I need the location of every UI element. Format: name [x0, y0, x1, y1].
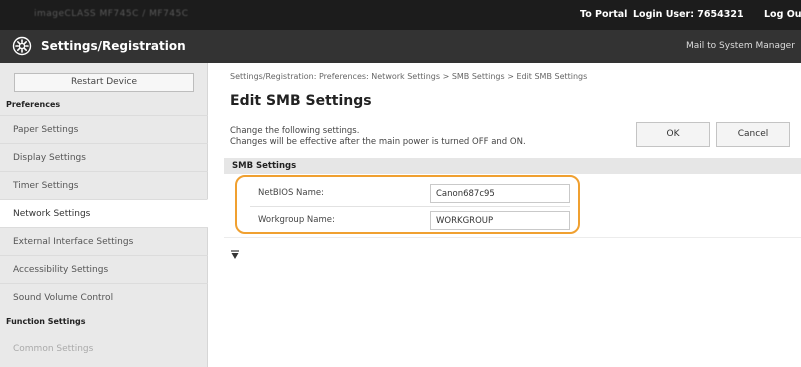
page-title: Edit SMB Settings	[230, 93, 372, 109]
smb-settings-body: NetBIOS Name: Workgroup Name:	[224, 174, 801, 238]
sidebar-item-timer-settings[interactable]: Timer Settings	[0, 171, 208, 199]
description-line-2: Changes will be effective after the main…	[230, 137, 526, 147]
mail-to-system-manager-link[interactable]: Mail to System Manager	[686, 41, 795, 51]
sidebar-item-paper-settings[interactable]: Paper Settings	[0, 115, 208, 143]
smb-settings-section: SMB Settings NetBIOS Name: Workgroup Nam…	[224, 158, 801, 242]
workgroup-name-input[interactable]	[430, 211, 570, 230]
netbios-name-row: NetBIOS Name:	[250, 180, 570, 207]
sidebar-item-display-settings[interactable]: Display Settings	[0, 143, 208, 171]
title-bar: Settings/Registration Mail to System Man…	[0, 30, 801, 63]
breadcrumb: Settings/Registration: Preferences: Netw…	[230, 72, 588, 81]
netbios-name-label: NetBIOS Name:	[258, 188, 324, 198]
netbios-name-input[interactable]	[430, 184, 570, 203]
description-line-1: Change the following settings.	[230, 126, 360, 136]
cancel-button[interactable]: Cancel	[716, 122, 790, 147]
section-title: SMB Settings	[224, 158, 801, 174]
login-user-label: Login User: 7654321	[633, 9, 744, 20]
top-bar: imageCLASS MF745C / MF745C To Portal Log…	[0, 0, 801, 30]
function-settings-heading: Function Settings	[6, 317, 86, 326]
gear-icon	[12, 36, 32, 56]
logout-link[interactable]: Log Out	[764, 9, 801, 20]
ok-button[interactable]: OK	[636, 122, 710, 147]
sidebar: Restart Device Preferences Paper Setting…	[0, 63, 208, 367]
page-app-title: Settings/Registration	[41, 39, 186, 53]
restart-device-button[interactable]: Restart Device	[14, 73, 194, 92]
sidebar-item-common-settings[interactable]: Common Settings	[0, 335, 208, 363]
workgroup-name-label: Workgroup Name:	[258, 215, 335, 225]
sidebar-item-sound-volume-control[interactable]: Sound Volume Control	[0, 283, 208, 311]
sidebar-item-external-interface-settings[interactable]: External Interface Settings	[0, 227, 208, 255]
to-portal-link[interactable]: To Portal	[580, 9, 627, 20]
preferences-heading: Preferences	[6, 100, 61, 109]
device-name: imageCLASS MF745C / MF745C	[34, 9, 189, 19]
workgroup-name-row: Workgroup Name:	[250, 207, 570, 234]
sidebar-item-network-settings[interactable]: Network Settings	[0, 199, 208, 227]
page-top-icon[interactable]	[230, 250, 240, 260]
sidebar-item-accessibility-settings[interactable]: Accessibility Settings	[0, 255, 208, 283]
main-content: Settings/Registration: Preferences: Netw…	[208, 63, 801, 367]
